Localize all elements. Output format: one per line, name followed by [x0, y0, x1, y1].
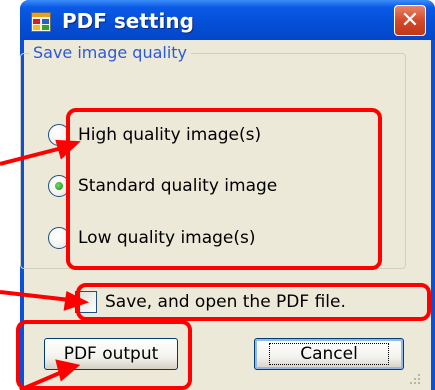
arrow-head-icon	[63, 290, 90, 311]
arrow-head-icon	[55, 139, 81, 160]
arrow-to-radio-options	[0, 146, 63, 166]
arrow-head-icon	[55, 359, 81, 382]
annotation-arrows	[0, 139, 90, 390]
arrow-to-open-checkbox	[0, 290, 71, 302]
arrow-to-pdf-output	[19, 370, 63, 390]
